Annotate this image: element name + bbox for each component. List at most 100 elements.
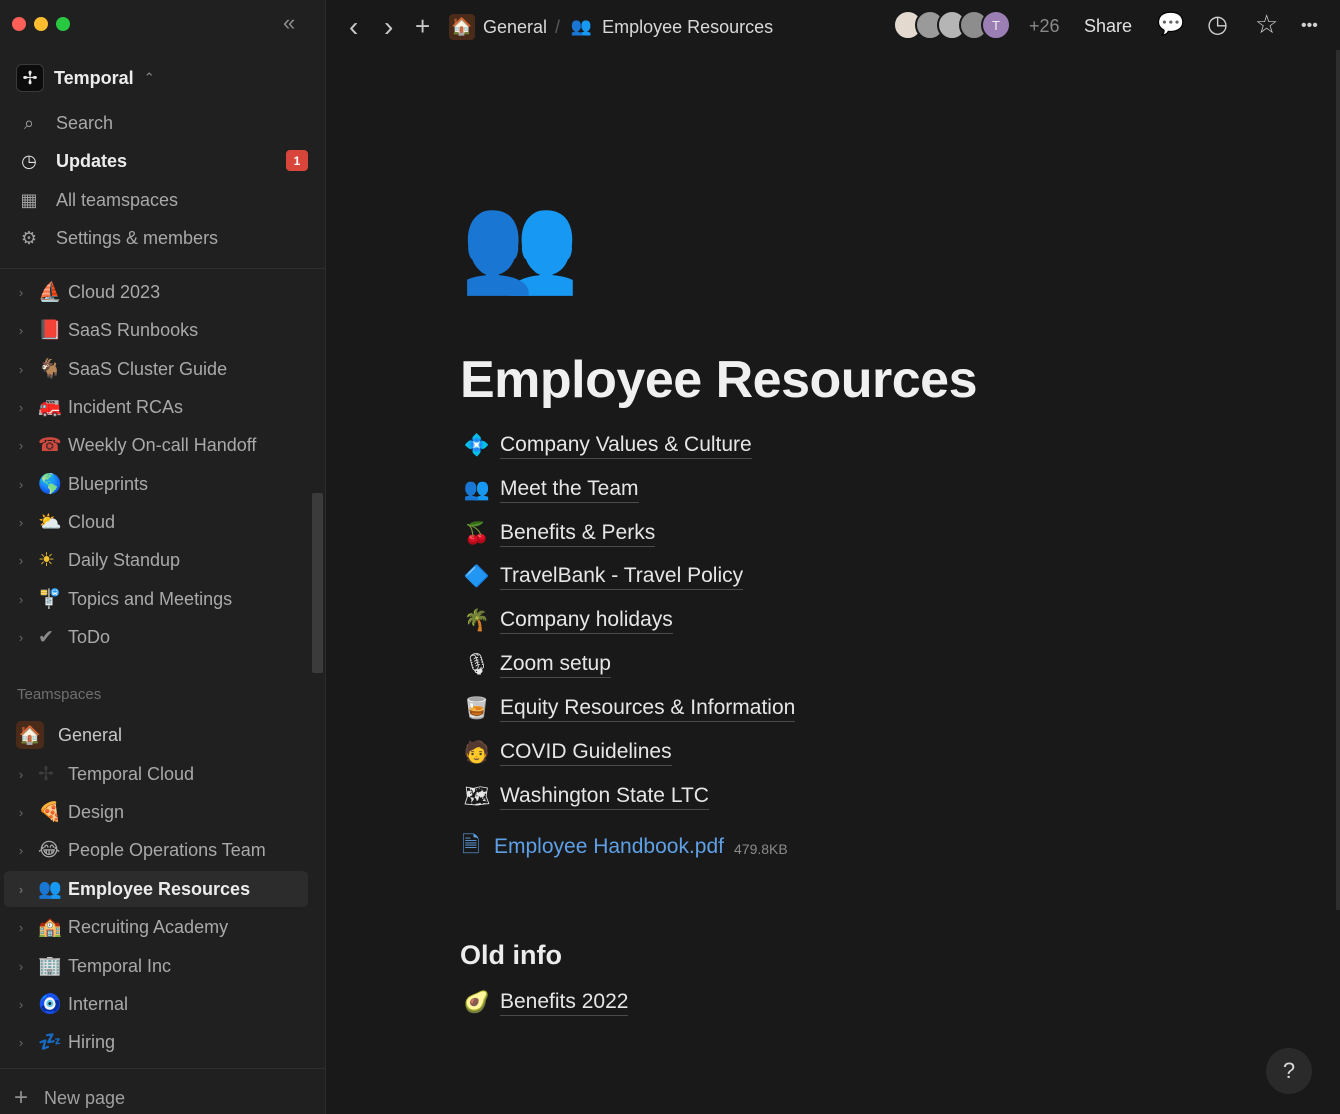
sidebar-page-incident-rcas[interactable]: › 🚒 Incident RCAs xyxy=(4,389,308,425)
link-benefits-perks[interactable]: 🍒 Benefits & Perks xyxy=(462,519,656,549)
collapse-sidebar-icon[interactable]: « xyxy=(283,12,295,34)
chevron-right-icon[interactable]: › xyxy=(4,400,38,415)
plus-icon: + xyxy=(14,1084,29,1111)
file-attachment[interactable]: 🗎 Employee Handbook.pdf 479.8KB xyxy=(462,828,788,866)
sidebar-page-topics-and-meetings[interactable]: › 🚏 Topics and Meetings xyxy=(4,581,308,617)
link-label: Benefits 2022 xyxy=(500,990,629,1016)
page-emoji-icon: ☀ xyxy=(38,549,56,571)
link-benefits-2022[interactable]: 🥑 Benefits 2022 xyxy=(462,988,629,1018)
sidebar-page-cloud-2023[interactable]: › ⛵ Cloud 2023 xyxy=(4,274,308,310)
chevron-right-icon[interactable]: › xyxy=(4,630,38,645)
add-tab-icon[interactable]: + xyxy=(415,13,430,39)
breadcrumb-item-general[interactable]: General xyxy=(483,17,547,38)
link-equity-resources[interactable]: 🥃 Equity Resources & Information xyxy=(462,694,796,724)
sidebar-page-recruiting-academy[interactable]: › 🏫 Recruiting Academy xyxy=(4,909,308,945)
collaborator-count[interactable]: +26 xyxy=(1029,16,1060,37)
star-icon[interactable]: ☆ xyxy=(1255,11,1278,37)
sidebar-page-weekly-on-call-handoff[interactable]: › ☎ Weekly On-call Handoff xyxy=(4,427,308,463)
close-window-button[interactable] xyxy=(12,17,26,31)
help-button[interactable]: ? xyxy=(1266,1048,1312,1094)
history-icon[interactable]: ◷ xyxy=(1207,13,1228,37)
sidebar-page-label: Daily Standup xyxy=(68,549,181,570)
sidebar-page-temporal-inc[interactable]: › 🏢 Temporal Inc xyxy=(4,948,308,984)
old-info-heading[interactable]: Old info xyxy=(460,940,562,971)
share-button[interactable]: Share xyxy=(1084,16,1132,37)
forward-arrow-icon[interactable]: › xyxy=(384,13,393,41)
link-label: Company Values & Culture xyxy=(500,433,752,459)
sidebar-page-hiring[interactable]: › 💤 Hiring xyxy=(4,1024,308,1060)
sidebar-page-todo[interactable]: › ✔ ToDo xyxy=(4,619,308,655)
sidebar-page-saas-cluster-guide[interactable]: › 🐐 SaaS Cluster Guide xyxy=(4,351,308,387)
sidebar-item-all-teamspaces[interactable]: ▦ All teamspaces xyxy=(16,183,310,217)
minimize-window-button[interactable] xyxy=(34,17,48,31)
sidebar-page-label: Cloud xyxy=(68,511,116,532)
chevron-updown-icon: ⌃ xyxy=(143,70,155,85)
sidebar-page-people-operations-team[interactable]: › 😂 People Operations Team xyxy=(4,832,308,868)
chevron-right-icon[interactable]: › xyxy=(4,882,38,897)
zoom-window-button[interactable] xyxy=(56,17,70,31)
sidebar-page-temporal-cloud[interactable]: › ✢ Temporal Cloud xyxy=(4,756,308,792)
chevron-right-icon[interactable]: › xyxy=(4,592,38,607)
chevron-right-icon[interactable]: › xyxy=(4,362,38,377)
sidebar-page-cloud[interactable]: › ⛅ Cloud xyxy=(4,504,308,540)
link-travelbank[interactable]: 🔷 TravelBank - Travel Policy xyxy=(462,562,744,592)
chevron-right-icon[interactable]: › xyxy=(4,553,38,568)
chevron-right-icon[interactable]: › xyxy=(4,767,38,782)
sidebar-item-search[interactable]: ⌕ Search xyxy=(16,106,310,140)
page-scrollbar[interactable] xyxy=(1336,50,1340,910)
sidebar-page-label: Design xyxy=(68,801,125,822)
chevron-right-icon[interactable]: › xyxy=(4,1035,38,1050)
comment-icon[interactable]: 💬 xyxy=(1157,13,1184,35)
chevron-right-icon[interactable]: › xyxy=(4,438,38,453)
file-size: 479.8KB xyxy=(734,840,788,857)
sidebar-item-label: Updates xyxy=(56,150,128,171)
sidebar-page-design[interactable]: › 🍕 Design xyxy=(4,794,308,830)
sidebar-item-label: All teamspaces xyxy=(56,189,179,210)
page-title[interactable]: Employee Resources xyxy=(460,350,978,410)
sidebar: « ✢ Temporal ⌃ ⌕ Search ◷ Updates 1 ▦ Al… xyxy=(0,0,326,1114)
chevron-right-icon[interactable]: › xyxy=(4,805,38,820)
new-page-button[interactable]: + New page xyxy=(14,1086,125,1110)
sidebar-page-employee-resources[interactable]: › 👥 Employee Resources xyxy=(4,871,308,907)
sidebar-page-daily-standup[interactable]: › ☀ Daily Standup xyxy=(4,542,308,578)
avatar[interactable]: T xyxy=(981,10,1011,40)
page-emoji-icon: ✢ xyxy=(38,763,54,785)
sidebar-page-internal[interactable]: › 🧿 Internal xyxy=(4,986,308,1022)
sidebar-item-settings[interactable]: ⚙ Settings & members xyxy=(16,221,310,255)
palm-tree-icon: 🌴 xyxy=(463,609,491,632)
workspace-switcher[interactable]: ✢ Temporal ⌃ xyxy=(16,62,155,94)
link-company-holidays[interactable]: 🌴 Company holidays xyxy=(462,606,673,636)
sidebar-item-label: Settings & members xyxy=(56,227,219,248)
chevron-right-icon[interactable]: › xyxy=(4,285,38,300)
sidebar-item-updates[interactable]: ◷ Updates 1 xyxy=(16,144,310,178)
sidebar-item-label: Search xyxy=(56,112,114,133)
chevron-right-icon[interactable]: › xyxy=(4,477,38,492)
chevron-right-icon[interactable]: › xyxy=(4,323,38,338)
chevron-right-icon[interactable]: › xyxy=(4,920,38,935)
sidebar-teamspace-general[interactable]: 🏠 General xyxy=(16,718,122,752)
link-washington-state-ltc[interactable]: 🗺 Washington State LTC xyxy=(462,782,709,812)
updates-count-badge: 1 xyxy=(286,150,308,171)
chevron-right-icon[interactable]: › xyxy=(4,843,38,858)
chevron-right-icon[interactable]: › xyxy=(4,959,38,974)
breadcrumb-item-employee-resources[interactable]: Employee Resources xyxy=(602,17,773,38)
health-worker-icon: 🧑 xyxy=(463,741,491,764)
travelbank-icon: 🔷 xyxy=(463,565,491,588)
page-emoji-icon: ⛵ xyxy=(38,282,62,303)
link-company-values[interactable]: 💠 Company Values & Culture xyxy=(462,431,752,461)
more-options-icon[interactable]: ••• xyxy=(1301,18,1318,34)
link-covid-guidelines[interactable]: 🧑 COVID Guidelines xyxy=(462,738,672,768)
chevron-right-icon[interactable]: › xyxy=(4,515,38,530)
link-meet-the-team[interactable]: 👥 Meet the Team xyxy=(462,475,639,505)
page-icon[interactable]: 👥 xyxy=(460,196,580,292)
sidebar-page-saas-runbooks[interactable]: › 📕 SaaS Runbooks xyxy=(4,312,308,348)
back-arrow-icon[interactable]: ‹ xyxy=(349,13,358,41)
sidebar-page-blueprints[interactable]: › 🌎 Blueprints xyxy=(4,466,308,502)
sidebar-scrollbar[interactable] xyxy=(312,493,323,673)
collaborator-avatars[interactable]: T xyxy=(893,10,1011,40)
page-emoji-icon: 📕 xyxy=(38,320,62,341)
chevron-right-icon[interactable]: › xyxy=(4,997,38,1012)
link-label: Washington State LTC xyxy=(500,784,709,810)
link-zoom-setup[interactable]: 🎙 Zoom setup xyxy=(462,650,611,680)
sidebar-divider xyxy=(0,268,326,269)
